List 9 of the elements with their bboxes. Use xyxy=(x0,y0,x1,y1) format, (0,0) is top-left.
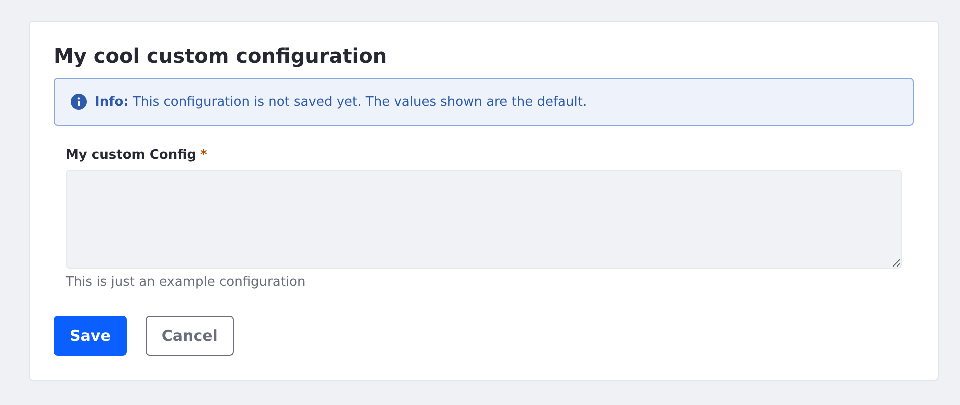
info-icon xyxy=(71,94,87,110)
cancel-button[interactable]: Cancel xyxy=(146,316,234,356)
alert-message: Info: This configuration is not saved yet. The values shown are the default. xyxy=(95,94,588,110)
page-title: My cool custom configuration xyxy=(54,44,388,68)
save-button[interactable]: Save xyxy=(54,316,127,356)
field-label: My custom Config xyxy=(66,148,197,163)
help-text: This is just an example configuration xyxy=(66,275,307,290)
required-mark: * xyxy=(200,148,208,163)
config-textarea[interactable] xyxy=(66,170,902,269)
